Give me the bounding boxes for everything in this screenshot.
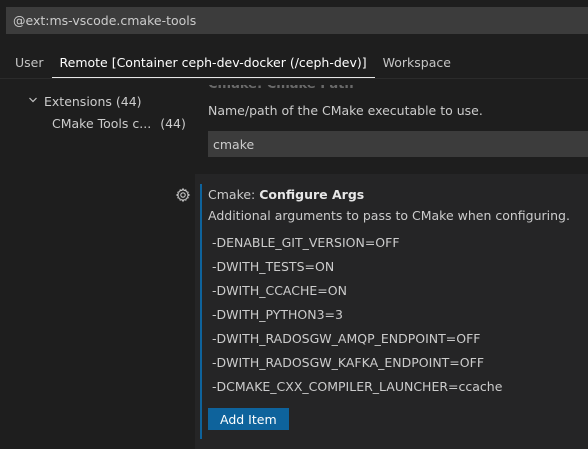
list-item[interactable]: -DCMAKE_CXX_COMPILER_LAUNCHER=ccache: [208, 375, 583, 399]
list-item[interactable]: -DWITH_RADOSGW_AMQP_ENDPOINT=OFF: [208, 327, 583, 351]
chevron-down-icon: [28, 95, 44, 108]
list-item[interactable]: -DENABLE_GIT_VERSION=OFF: [208, 231, 583, 255]
settings-scope-tabs: User Remote [Container ceph-dev-docker (…: [0, 44, 588, 78]
settings-search-input[interactable]: [7, 8, 587, 33]
configure-args-title: Cmake: Configure Args: [208, 187, 364, 202]
gear-icon[interactable]: [175, 187, 191, 203]
configure-args-description: Additional arguments to pass to CMake wh…: [208, 208, 570, 223]
toc-item-cmake-tools[interactable]: CMake Tools c... (44): [0, 112, 195, 134]
toc-item-extensions[interactable]: Extensions (44): [0, 90, 195, 112]
cmake-path-title: Cmake: Cmake Path: [208, 79, 354, 91]
toc-item-label: CMake Tools c...: [52, 115, 152, 131]
focus-indicator: [200, 184, 202, 439]
configure-args-list: -DENABLE_GIT_VERSION=OFF -DWITH_TESTS=ON…: [208, 231, 583, 399]
add-item-button[interactable]: Add Item: [208, 408, 289, 430]
setting-category: Cmake:: [208, 187, 260, 202]
toc-item-count: (44): [160, 115, 186, 131]
cmake-path-input[interactable]: [208, 131, 588, 157]
list-item[interactable]: -DWITH_RADOSGW_KAFKA_ENDPOINT=OFF: [208, 351, 583, 375]
list-item[interactable]: -DWITH_CCACHE=ON: [208, 279, 583, 303]
setting-name: Configure Args: [259, 187, 365, 202]
settings-search-box[interactable]: [6, 7, 588, 34]
toc-item-count: (44): [115, 93, 142, 109]
settings-toc: Extensions (44) CMake Tools c... (44): [0, 90, 195, 134]
settings-list: Cmake: Cmake Path Name/path of the CMake…: [195, 79, 588, 449]
tab-workspace[interactable]: Workspace: [375, 44, 459, 78]
configure-args-setting: Cmake: Configure Args Additional argumen…: [195, 174, 588, 449]
tab-user[interactable]: User: [0, 44, 52, 78]
toc-item-label: Extensions: [44, 93, 112, 109]
list-item[interactable]: -DWITH_PYTHON3=3: [208, 303, 583, 327]
cmake-path-description: Name/path of the CMake executable to use…: [208, 103, 483, 118]
list-item[interactable]: -DWITH_TESTS=ON: [208, 255, 583, 279]
tab-remote[interactable]: Remote [Container ceph-dev-docker (/ceph…: [51, 44, 375, 78]
